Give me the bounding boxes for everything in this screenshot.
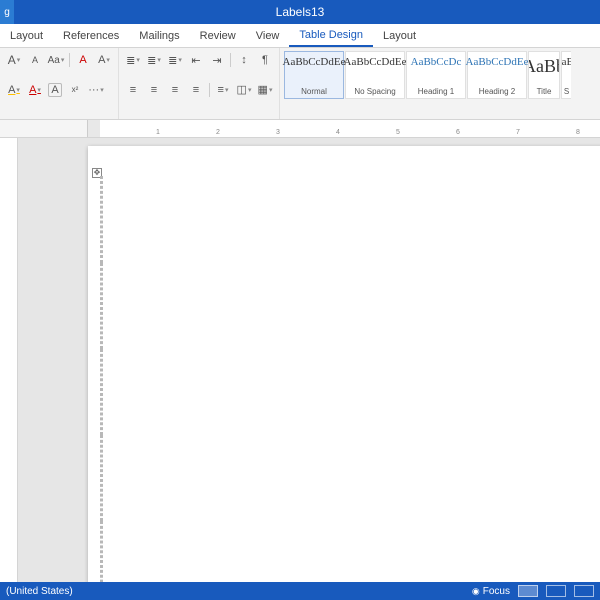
ruler-mark: 4 bbox=[336, 129, 340, 136]
tab-view[interactable]: View bbox=[246, 24, 290, 47]
multilevel-button[interactable]: ≣ bbox=[167, 52, 183, 68]
ruler-mark: 6 bbox=[456, 129, 460, 136]
more-font-button[interactable]: ··· bbox=[88, 82, 104, 98]
status-bar: (United States) Focus bbox=[0, 582, 600, 600]
increase-indent-button[interactable]: ⇥ bbox=[209, 52, 225, 68]
separator bbox=[230, 53, 231, 67]
font-color-button[interactable]: A bbox=[27, 82, 43, 98]
focus-icon bbox=[472, 586, 480, 597]
align-justify-button[interactable]: ≡ bbox=[188, 82, 204, 98]
clear-format-button[interactable]: A bbox=[75, 52, 91, 68]
font-group: A A Aa A A A A A x² ··· bbox=[0, 48, 119, 119]
table-row bbox=[101, 521, 103, 583]
ribbon-tabs: Layout References Mailings Review View T… bbox=[0, 24, 600, 48]
ruler-mark: 2 bbox=[216, 129, 220, 136]
ribbon: A A Aa A A A A A x² ··· ≣ ≣ ≣ ⇤ ⇥ ↕ ¶ ≡ bbox=[0, 48, 600, 120]
char-border-button[interactable]: A bbox=[48, 83, 62, 97]
ruler-mark: 8 bbox=[576, 129, 580, 136]
label-cell[interactable] bbox=[102, 263, 103, 349]
ruler-ticks: 1 2 3 4 5 6 7 8 bbox=[88, 120, 600, 137]
style-preview: AaBb bbox=[528, 56, 560, 77]
align-right-button[interactable]: ≡ bbox=[167, 82, 183, 98]
print-layout-button[interactable] bbox=[546, 585, 566, 597]
super-sub-button[interactable]: x² bbox=[67, 82, 83, 98]
label-cell[interactable] bbox=[102, 349, 103, 435]
style-no-spacing[interactable]: AaBbCcDdEe No Spacing bbox=[345, 51, 405, 99]
grow-font-button[interactable]: A bbox=[6, 52, 22, 68]
styles-gallery: AaBbCcDdEe Normal AaBbCcDdEe No Spacing … bbox=[280, 48, 575, 119]
style-preview: AaBb bbox=[561, 56, 571, 68]
style-preview: AaBbCcDdEe bbox=[344, 56, 407, 68]
separator bbox=[209, 83, 210, 97]
line-spacing-button[interactable]: ≡ bbox=[215, 82, 231, 98]
style-label: Heading 1 bbox=[418, 87, 454, 96]
shading-button[interactable]: ◫ bbox=[236, 82, 252, 98]
web-layout-button[interactable] bbox=[574, 585, 594, 597]
borders-button[interactable]: ▦ bbox=[257, 82, 273, 98]
style-label: Title bbox=[537, 87, 552, 96]
label-cell[interactable] bbox=[102, 521, 103, 583]
document-viewport: ✥ bbox=[0, 138, 600, 582]
app-badge: g bbox=[0, 0, 14, 24]
page[interactable]: ✥ bbox=[88, 146, 600, 582]
table-row bbox=[101, 435, 103, 521]
highlight-button[interactable]: A bbox=[6, 82, 22, 98]
title-bar: g Labels13 bbox=[0, 0, 600, 24]
vertical-ruler[interactable] bbox=[0, 138, 18, 582]
table-row bbox=[101, 349, 103, 435]
text-effects-button[interactable]: A bbox=[96, 52, 112, 68]
style-label: S bbox=[564, 87, 569, 96]
style-heading1[interactable]: AaBbCcDc Heading 1 bbox=[406, 51, 466, 99]
paragraph-group: ≣ ≣ ≣ ⇤ ⇥ ↕ ¶ ≡ ≡ ≡ ≡ ≡ ◫ ▦ bbox=[119, 48, 280, 119]
style-subtitle[interactable]: AaBb S bbox=[561, 51, 571, 99]
style-normal[interactable]: AaBbCcDdEe Normal bbox=[284, 51, 344, 99]
style-label: No Spacing bbox=[354, 87, 395, 96]
numbering-button[interactable]: ≣ bbox=[146, 52, 162, 68]
style-heading2[interactable]: AaBbCcDdEe Heading 2 bbox=[467, 51, 527, 99]
decrease-indent-button[interactable]: ⇤ bbox=[188, 52, 204, 68]
align-left-button[interactable]: ≡ bbox=[125, 82, 141, 98]
ruler-mark: 5 bbox=[396, 129, 400, 136]
table-row bbox=[101, 177, 103, 263]
show-marks-button[interactable]: ¶ bbox=[257, 52, 273, 68]
style-label: Heading 2 bbox=[479, 87, 515, 96]
table-row bbox=[101, 263, 103, 349]
focus-label: Focus bbox=[483, 586, 510, 597]
focus-mode-button[interactable]: Focus bbox=[472, 586, 510, 597]
document-title: Labels13 bbox=[276, 5, 325, 19]
horizontal-ruler[interactable]: 1 2 3 4 5 6 7 8 bbox=[0, 120, 600, 138]
ruler-shade-left bbox=[88, 120, 100, 137]
ruler-margin bbox=[0, 120, 88, 137]
tab-mailings[interactable]: Mailings bbox=[129, 24, 189, 47]
ruler-mark: 1 bbox=[156, 129, 160, 136]
label-cell[interactable] bbox=[102, 177, 103, 263]
style-preview: AaBbCcDdEe bbox=[466, 56, 529, 68]
change-case-button[interactable]: Aa bbox=[48, 52, 64, 68]
tab-table-design[interactable]: Table Design bbox=[289, 24, 373, 47]
tab-references[interactable]: References bbox=[53, 24, 129, 47]
label-cell[interactable] bbox=[102, 435, 103, 521]
separator bbox=[69, 53, 70, 67]
tab-layout[interactable]: Layout bbox=[0, 24, 53, 47]
style-preview: AaBbCcDc bbox=[411, 56, 462, 68]
label-table[interactable] bbox=[100, 176, 103, 582]
read-mode-button[interactable] bbox=[518, 585, 538, 597]
sort-button[interactable]: ↕ bbox=[236, 52, 252, 68]
bullets-button[interactable]: ≣ bbox=[125, 52, 141, 68]
style-preview: AaBbCcDdEe bbox=[283, 56, 346, 68]
align-center-button[interactable]: ≡ bbox=[146, 82, 162, 98]
ruler-mark: 3 bbox=[276, 129, 280, 136]
ruler-mark: 7 bbox=[516, 129, 520, 136]
style-title[interactable]: AaBb Title bbox=[528, 51, 560, 99]
language-status[interactable]: (United States) bbox=[6, 586, 73, 597]
tab-table-layout[interactable]: Layout bbox=[373, 24, 426, 47]
tab-review[interactable]: Review bbox=[190, 24, 246, 47]
style-label: Normal bbox=[301, 87, 327, 96]
shrink-font-button[interactable]: A bbox=[27, 52, 43, 68]
